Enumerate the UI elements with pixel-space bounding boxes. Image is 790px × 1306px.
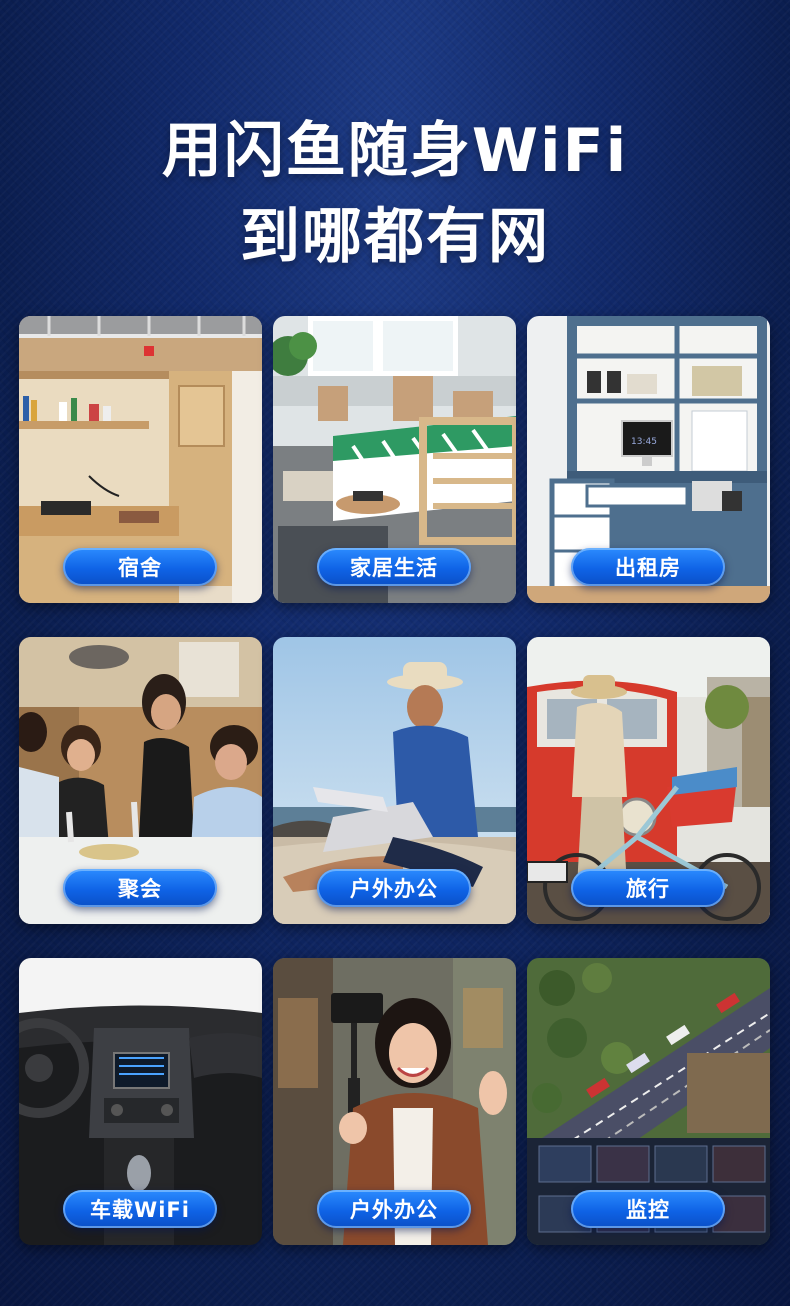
- scene-label: 户外办公: [317, 1190, 471, 1228]
- scene-card-travel[interactable]: 旅行: [527, 637, 770, 924]
- scene-card-party[interactable]: 聚会: [19, 637, 262, 924]
- scene-card-dormitory[interactable]: 宿舍: [19, 316, 262, 603]
- scene-card-outdoor-vlog[interactable]: 户外办公: [273, 958, 516, 1245]
- scene-label: 户外办公: [317, 869, 471, 907]
- scene-label: 聚会: [63, 869, 217, 907]
- scene-label: 旅行: [571, 869, 725, 907]
- scene-card-car-wifi[interactable]: 车载WiFi: [19, 958, 262, 1245]
- scene-card-surveillance[interactable]: 监控: [527, 958, 770, 1245]
- scene-label: 监控: [571, 1190, 725, 1228]
- desk-clock-readout: 13:45: [631, 437, 657, 447]
- scene-card-home-life[interactable]: 家居生活: [273, 316, 516, 603]
- scene-label: 家居生活: [317, 548, 471, 586]
- scene-label: 车载WiFi: [63, 1190, 217, 1228]
- headline-line-1: 用闪鱼随身WiFi: [161, 116, 629, 186]
- scene-card-rental-room[interactable]: 13:45 出租房: [527, 316, 770, 603]
- scene-label: 出租房: [571, 548, 725, 586]
- scene-card-outdoor-office[interactable]: 户外办公: [273, 637, 516, 924]
- scene-label: 宿舍: [63, 548, 217, 586]
- headline-line-2: 到哪都有网: [240, 202, 550, 272]
